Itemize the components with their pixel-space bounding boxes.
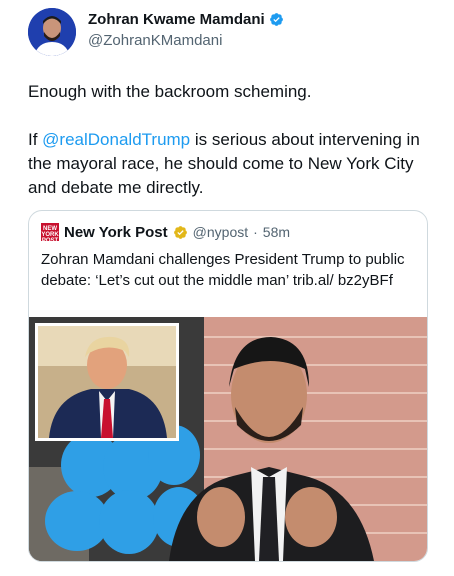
- author-handle[interactable]: @ZohranKMamdani: [88, 32, 222, 49]
- tweet-text: Enough with the backroom scheming. If @r…: [28, 80, 428, 200]
- quoted-post-header: NEW YORK POST New York Post @nypost · 58m: [41, 223, 290, 244]
- quoted-author-name[interactable]: New York Post: [64, 224, 168, 241]
- tweet-paragraph-1: Enough with the backroom scheming.: [28, 82, 312, 101]
- author-avatar[interactable]: [28, 8, 76, 56]
- nypost-logo-text: NEW YORK POST: [41, 226, 59, 244]
- photo-collage: [29, 317, 427, 561]
- tweet-text-before-mention: If: [28, 130, 43, 149]
- meta-separator: ·: [253, 224, 258, 240]
- quoted-post-time[interactable]: 58m: [263, 224, 290, 240]
- avatar-image: [28, 8, 76, 56]
- quoted-post-text: Zohran Mamdani challenges President Trum…: [41, 251, 405, 289]
- verified-badge-icon: [269, 13, 283, 26]
- tweet-paragraph-2: If @realDonaldTrump is serious about int…: [28, 128, 428, 200]
- quoted-post-card[interactable]: NEW YORK POST New York Post @nypost · 58m …: [28, 210, 428, 562]
- quoted-author-handle[interactable]: @nypost: [193, 224, 248, 240]
- mention-link[interactable]: @realDonaldTrump: [42, 130, 190, 149]
- author-name[interactable]: Zohran Kwame Mamdani: [88, 11, 265, 28]
- nypost-logo-avatar[interactable]: NEW YORK POST: [41, 223, 59, 244]
- quoted-post-image[interactable]: [29, 317, 427, 561]
- gold-verified-badge-icon: [173, 225, 187, 239]
- author-name-row[interactable]: Zohran Kwame Mamdani: [88, 11, 284, 28]
- trump-inset-photo: [35, 323, 179, 441]
